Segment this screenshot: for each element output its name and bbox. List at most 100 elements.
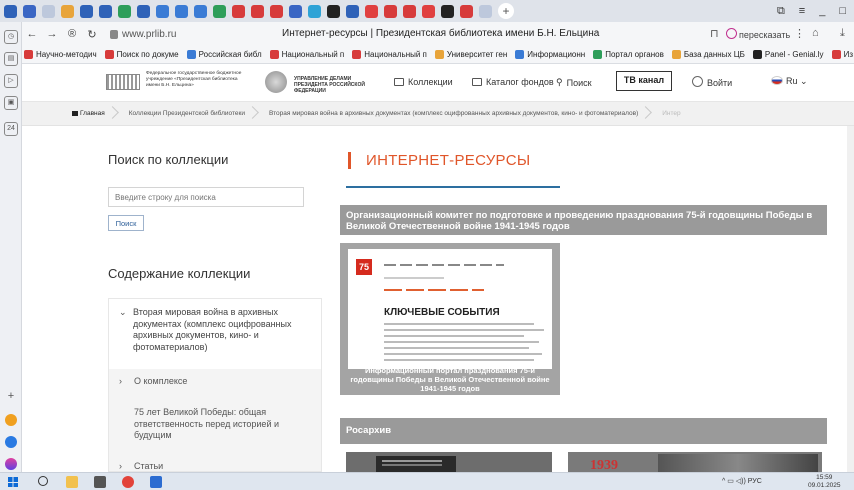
bookmark-item[interactable]: Информационн: [515, 50, 585, 59]
browser-tab-favicon[interactable]: [251, 4, 264, 18]
collection-search-input[interactable]: [108, 187, 304, 207]
nav-catalog[interactable]: Каталог фондов: [472, 77, 554, 87]
protect-icon[interactable]: ®: [62, 28, 82, 40]
bookmark-favicon-icon: [269, 50, 279, 59]
bookmark-item[interactable]: Panel - Genial.ly: [752, 50, 824, 59]
tree-item-about[interactable]: › О комплексе: [109, 369, 321, 399]
clock[interactable]: 15:59 09.01.2025: [808, 474, 841, 490]
chevron-right-icon: ›: [119, 376, 122, 386]
browser-tab-favicon[interactable]: [118, 4, 131, 18]
app-icon[interactable]: [150, 476, 162, 488]
calculator-icon[interactable]: [94, 476, 106, 488]
collection-tree: ⌄ Вторая мировая война в архивных докуме…: [108, 298, 322, 472]
browser-tab-favicon[interactable]: [156, 4, 169, 18]
bookmark-item[interactable]: Российская библ: [186, 50, 262, 59]
language-selector[interactable]: Ru ⌄: [771, 76, 808, 87]
browser-tab-favicon[interactable]: [365, 4, 378, 18]
bookmark-item[interactable]: База данных ЦБ: [671, 50, 745, 59]
browser-tab-favicon[interactable]: [403, 4, 416, 18]
history-icon[interactable]: ◷: [4, 30, 18, 44]
bookmark-item[interactable]: Национальный п: [269, 50, 344, 59]
bookmark-item[interactable]: Национальный п: [352, 50, 427, 59]
browser-tab-favicon[interactable]: [61, 4, 74, 18]
chevron-right-icon: ›: [119, 461, 122, 471]
search-section-title: Поиск по коллекции: [108, 152, 229, 167]
browser-tab-favicon[interactable]: [327, 4, 340, 18]
browser-tab-favicon[interactable]: [213, 4, 226, 18]
browser-tab-favicon[interactable]: [4, 4, 17, 18]
download-icon[interactable]: ⤓: [840, 27, 845, 40]
rosarkhiv-card-2[interactable]: 1939: [568, 452, 822, 472]
play-icon[interactable]: ▷: [4, 74, 18, 88]
window-control-button[interactable]: ⧉: [777, 5, 785, 18]
app-orange-icon[interactable]: [5, 414, 17, 426]
browser-tab-favicon[interactable]: [479, 4, 492, 18]
bookmark-item[interactable]: Портал органов: [593, 50, 664, 59]
bookmark-icon[interactable]: ⊓: [710, 27, 719, 40]
tree-item-articles[interactable]: › Статьи: [109, 455, 321, 471]
browser-tab-favicon[interactable]: [99, 4, 112, 18]
browser-tab-favicon[interactable]: [80, 4, 93, 18]
breadcrumb-ww2-collection[interactable]: Вторая мировая война в архивных документ…: [259, 110, 652, 117]
browser-tab-favicon[interactable]: [384, 4, 397, 18]
tab-preview-icon[interactable]: ▣: [4, 96, 18, 110]
calendar-icon[interactable]: 24: [4, 122, 18, 136]
yandex-browser-icon[interactable]: [122, 476, 134, 488]
app-blue-icon[interactable]: [5, 436, 17, 448]
bookmark-favicon-icon: [104, 50, 114, 59]
library-building-logo[interactable]: [106, 74, 140, 90]
search-icon[interactable]: [38, 476, 48, 486]
system-tray[interactable]: ^ ▭ ◁)) РУС: [722, 477, 762, 485]
alice-icon[interactable]: [5, 458, 17, 470]
url-field[interactable]: www.prlib.ru: [110, 29, 176, 40]
back-arrow-icon[interactable]: ←: [22, 28, 42, 40]
browser-tab-favicon[interactable]: [137, 4, 150, 18]
browser-tab-favicon[interactable]: [289, 4, 302, 18]
window-control-button[interactable]: ≡: [799, 5, 805, 18]
browser-tab-favicon[interactable]: [194, 4, 207, 18]
browser-tab-favicon[interactable]: [460, 4, 473, 18]
tv-channel-button[interactable]: ТВ канал: [616, 71, 672, 91]
breadcrumb-collections[interactable]: Коллекции Президентской библиотеки: [119, 110, 259, 117]
bookmark-item[interactable]: Научно-методич: [24, 50, 97, 59]
reload-icon[interactable]: ↻: [82, 28, 102, 41]
rosarkhiv-card-1[interactable]: [346, 452, 552, 472]
nav-collections[interactable]: Коллекции: [394, 77, 453, 87]
retell-button[interactable]: пересказать: [726, 28, 790, 40]
screenshot-menu: [384, 264, 504, 266]
login-link[interactable]: Войти: [692, 76, 732, 88]
breadcrumb-home[interactable]: Главная: [22, 110, 119, 117]
tree-item-75-years[interactable]: 75 лет Великой Победы: общая ответственн…: [109, 399, 321, 455]
collections-icon[interactable]: ▤: [4, 52, 18, 66]
bookmark-item[interactable]: Из: [831, 50, 853, 59]
forward-arrow-icon[interactable]: →: [42, 28, 62, 40]
add-panel-icon[interactable]: +: [4, 390, 18, 404]
menu-dots-icon[interactable]: ⋮: [794, 27, 805, 40]
window-control-button[interactable]: _: [819, 5, 825, 18]
window-control-button[interactable]: □: [839, 5, 846, 18]
windows-taskbar: ^ ▭ ◁)) РУС 15:59 09.01.2025: [0, 472, 854, 490]
browser-tab-favicon[interactable]: [308, 4, 321, 18]
browser-tab-favicon[interactable]: [422, 4, 435, 18]
browser-tab-favicon[interactable]: [42, 4, 55, 18]
browser-tab-favicon[interactable]: [270, 4, 283, 18]
bookmark-item[interactable]: Университет ген: [434, 50, 507, 59]
browser-tab-favicon[interactable]: [441, 4, 454, 18]
admin-logo-text: УПРАВЛЕНИЕ ДЕЛАМИ ПРЕЗИДЕНТА РОССИЙСКОЙ …: [294, 76, 365, 94]
browser-tab-favicon[interactable]: [232, 4, 245, 18]
tree-item-ww2[interactable]: ⌄ Вторая мировая война в архивных докуме…: [109, 307, 321, 363]
browser-tab-favicon[interactable]: [175, 4, 188, 18]
resource-card-75-portal[interactable]: 75 КЛЮЧЕВЫЕ СОБЫТИЯ Информационный порта…: [340, 243, 560, 395]
russia-flag-icon: [771, 76, 783, 85]
extensions-icon[interactable]: ⌂: [812, 27, 819, 39]
browser-tab-favicon[interactable]: [23, 4, 36, 18]
nav-search[interactable]: ⚲ Поиск: [556, 77, 592, 88]
windows-start-icon[interactable]: [8, 477, 18, 487]
collection-search-button[interactable]: Поиск: [108, 215, 144, 231]
page-scrollbar[interactable]: [847, 126, 854, 472]
bookmark-item[interactable]: Поиск по докуме: [104, 50, 179, 59]
screenshot-heading: КЛЮЧЕВЫЕ СОБЫТИЯ: [384, 307, 500, 318]
new-tab-button[interactable]: +: [498, 3, 514, 19]
file-explorer-icon[interactable]: [66, 476, 78, 488]
browser-tab-favicon[interactable]: [346, 4, 359, 18]
